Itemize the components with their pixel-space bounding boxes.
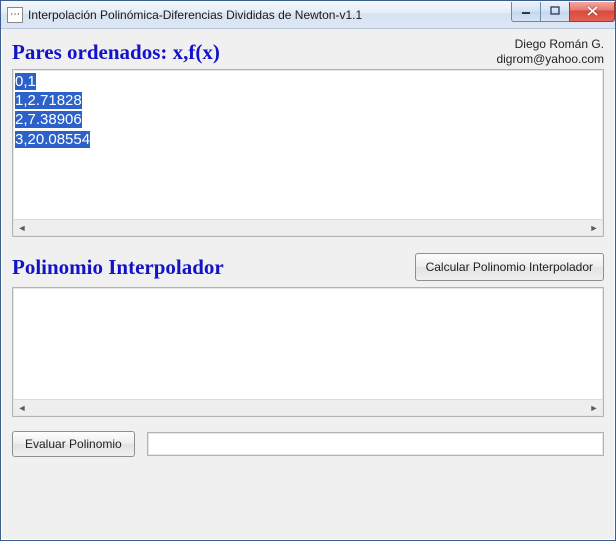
minimize-button[interactable]: [511, 2, 541, 22]
close-icon: [587, 6, 598, 16]
scroll-right-icon[interactable]: ►: [586, 400, 602, 415]
poly-heading: Polinomio Interpolador: [12, 255, 224, 280]
minimize-icon: [521, 6, 531, 16]
scroll-track[interactable]: [30, 220, 586, 235]
maximize-icon: [550, 6, 560, 16]
scroll-track[interactable]: [30, 400, 586, 415]
pairs-textbox[interactable]: 0,1 1,2.71828 2,7.38906 3,20.08554 ◄ ►: [12, 69, 604, 237]
header-row: Pares ordenados: x,f(x) Diego Román G. d…: [12, 35, 604, 67]
app-window: ⋯ Interpolación Polinómica-Diferencias D…: [0, 0, 616, 541]
pairs-line[interactable]: 2,7.38906: [15, 111, 82, 128]
scroll-left-icon[interactable]: ◄: [14, 220, 30, 235]
app-icon: ⋯: [7, 7, 23, 23]
pairs-heading: Pares ordenados: x,f(x): [12, 40, 220, 65]
pairs-content[interactable]: 0,1 1,2.71828 2,7.38906 3,20.08554: [13, 70, 603, 219]
poly-textbox[interactable]: ◄ ►: [12, 287, 604, 417]
maximize-button[interactable]: [540, 2, 570, 22]
pairs-line[interactable]: 1,2.71828: [15, 92, 82, 109]
close-button[interactable]: [569, 2, 615, 22]
pairs-hscrollbar[interactable]: ◄ ►: [14, 219, 602, 235]
window-controls: [512, 2, 615, 22]
scroll-right-icon[interactable]: ►: [586, 220, 602, 235]
credits: Diego Román G. digrom@yahoo.com: [496, 35, 604, 67]
author-name: Diego Román G.: [496, 37, 604, 52]
poly-hscrollbar[interactable]: ◄ ►: [14, 399, 602, 415]
pairs-line[interactable]: 3,20.08554: [15, 131, 90, 148]
client-area: Pares ordenados: x,f(x) Diego Román G. d…: [1, 29, 615, 540]
eval-input[interactable]: [147, 432, 604, 456]
poly-header-row: Polinomio Interpolador Calcular Polinomi…: [12, 253, 604, 281]
pairs-line[interactable]: 0,1: [15, 73, 36, 90]
calc-poly-button[interactable]: Calcular Polinomio Interpolador: [415, 253, 604, 281]
eval-poly-button[interactable]: Evaluar Polinomio: [12, 431, 135, 457]
eval-row: Evaluar Polinomio: [12, 431, 604, 457]
titlebar[interactable]: ⋯ Interpolación Polinómica-Diferencias D…: [1, 1, 615, 29]
window-title: Interpolación Polinómica-Diferencias Div…: [28, 8, 512, 22]
author-email: digrom@yahoo.com: [496, 52, 604, 67]
poly-content[interactable]: [13, 288, 603, 399]
scroll-left-icon[interactable]: ◄: [14, 400, 30, 415]
